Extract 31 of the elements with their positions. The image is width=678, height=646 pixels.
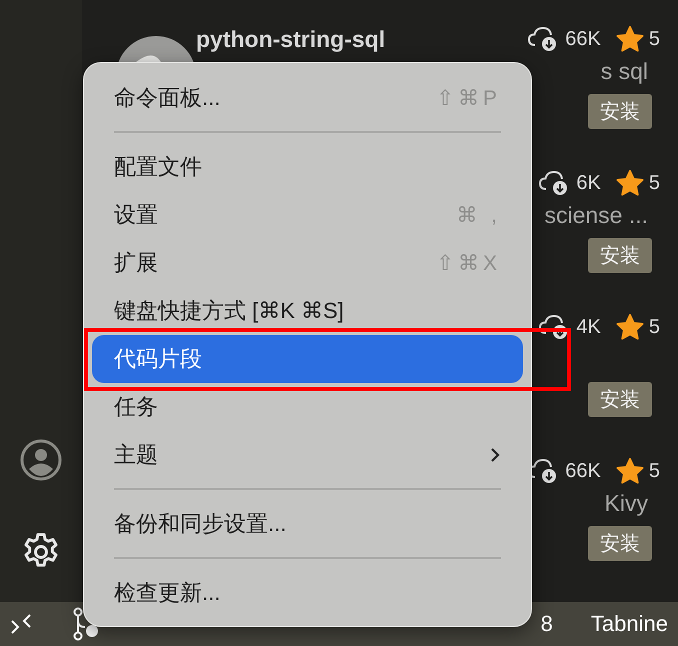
- extension-name: python-string-sql: [196, 26, 386, 52]
- menu-item[interactable]: 检查更新...: [92, 569, 523, 617]
- install-button[interactable]: 安装: [588, 526, 652, 561]
- menu-item[interactable]: 配置文件: [92, 143, 523, 191]
- menu-item[interactable]: 设置 ⌘ ,: [92, 191, 523, 239]
- install-button[interactable]: 安装: [588, 238, 652, 273]
- rating: 5: [648, 28, 660, 50]
- install-button[interactable]: 安装: [588, 382, 652, 417]
- download-count: 66K: [565, 460, 601, 482]
- info-count[interactable]: 8: [540, 611, 553, 637]
- menu-item[interactable]: 备份和同步设置...: [92, 500, 523, 548]
- tabnine-status[interactable]: Tabnine: [590, 611, 668, 637]
- install-button[interactable]: 安装: [588, 94, 652, 129]
- star-icon: [614, 313, 645, 341]
- star-icon: [614, 169, 645, 197]
- star-icon: [614, 457, 645, 485]
- rating: 5: [648, 172, 660, 194]
- extension-description: Kivy: [604, 490, 648, 518]
- star-icon: [614, 25, 645, 53]
- rating: 5: [648, 316, 660, 338]
- download-count: 66K: [565, 28, 601, 50]
- menu-item[interactable]: 任务: [92, 383, 523, 431]
- extension-description: sciense ...: [544, 202, 648, 230]
- menu-item[interactable]: 键盘快捷方式 [⌘K ⌘S]: [92, 287, 523, 335]
- extension-description: s sql: [600, 58, 648, 86]
- rating: 5: [648, 460, 660, 482]
- download-count: 6K: [576, 172, 601, 194]
- menu-item[interactable]: 代码片段: [92, 335, 523, 383]
- menu-item[interactable]: 主题: [92, 431, 523, 479]
- account-icon[interactable]: [19, 438, 63, 482]
- download-count: 4K: [576, 316, 601, 338]
